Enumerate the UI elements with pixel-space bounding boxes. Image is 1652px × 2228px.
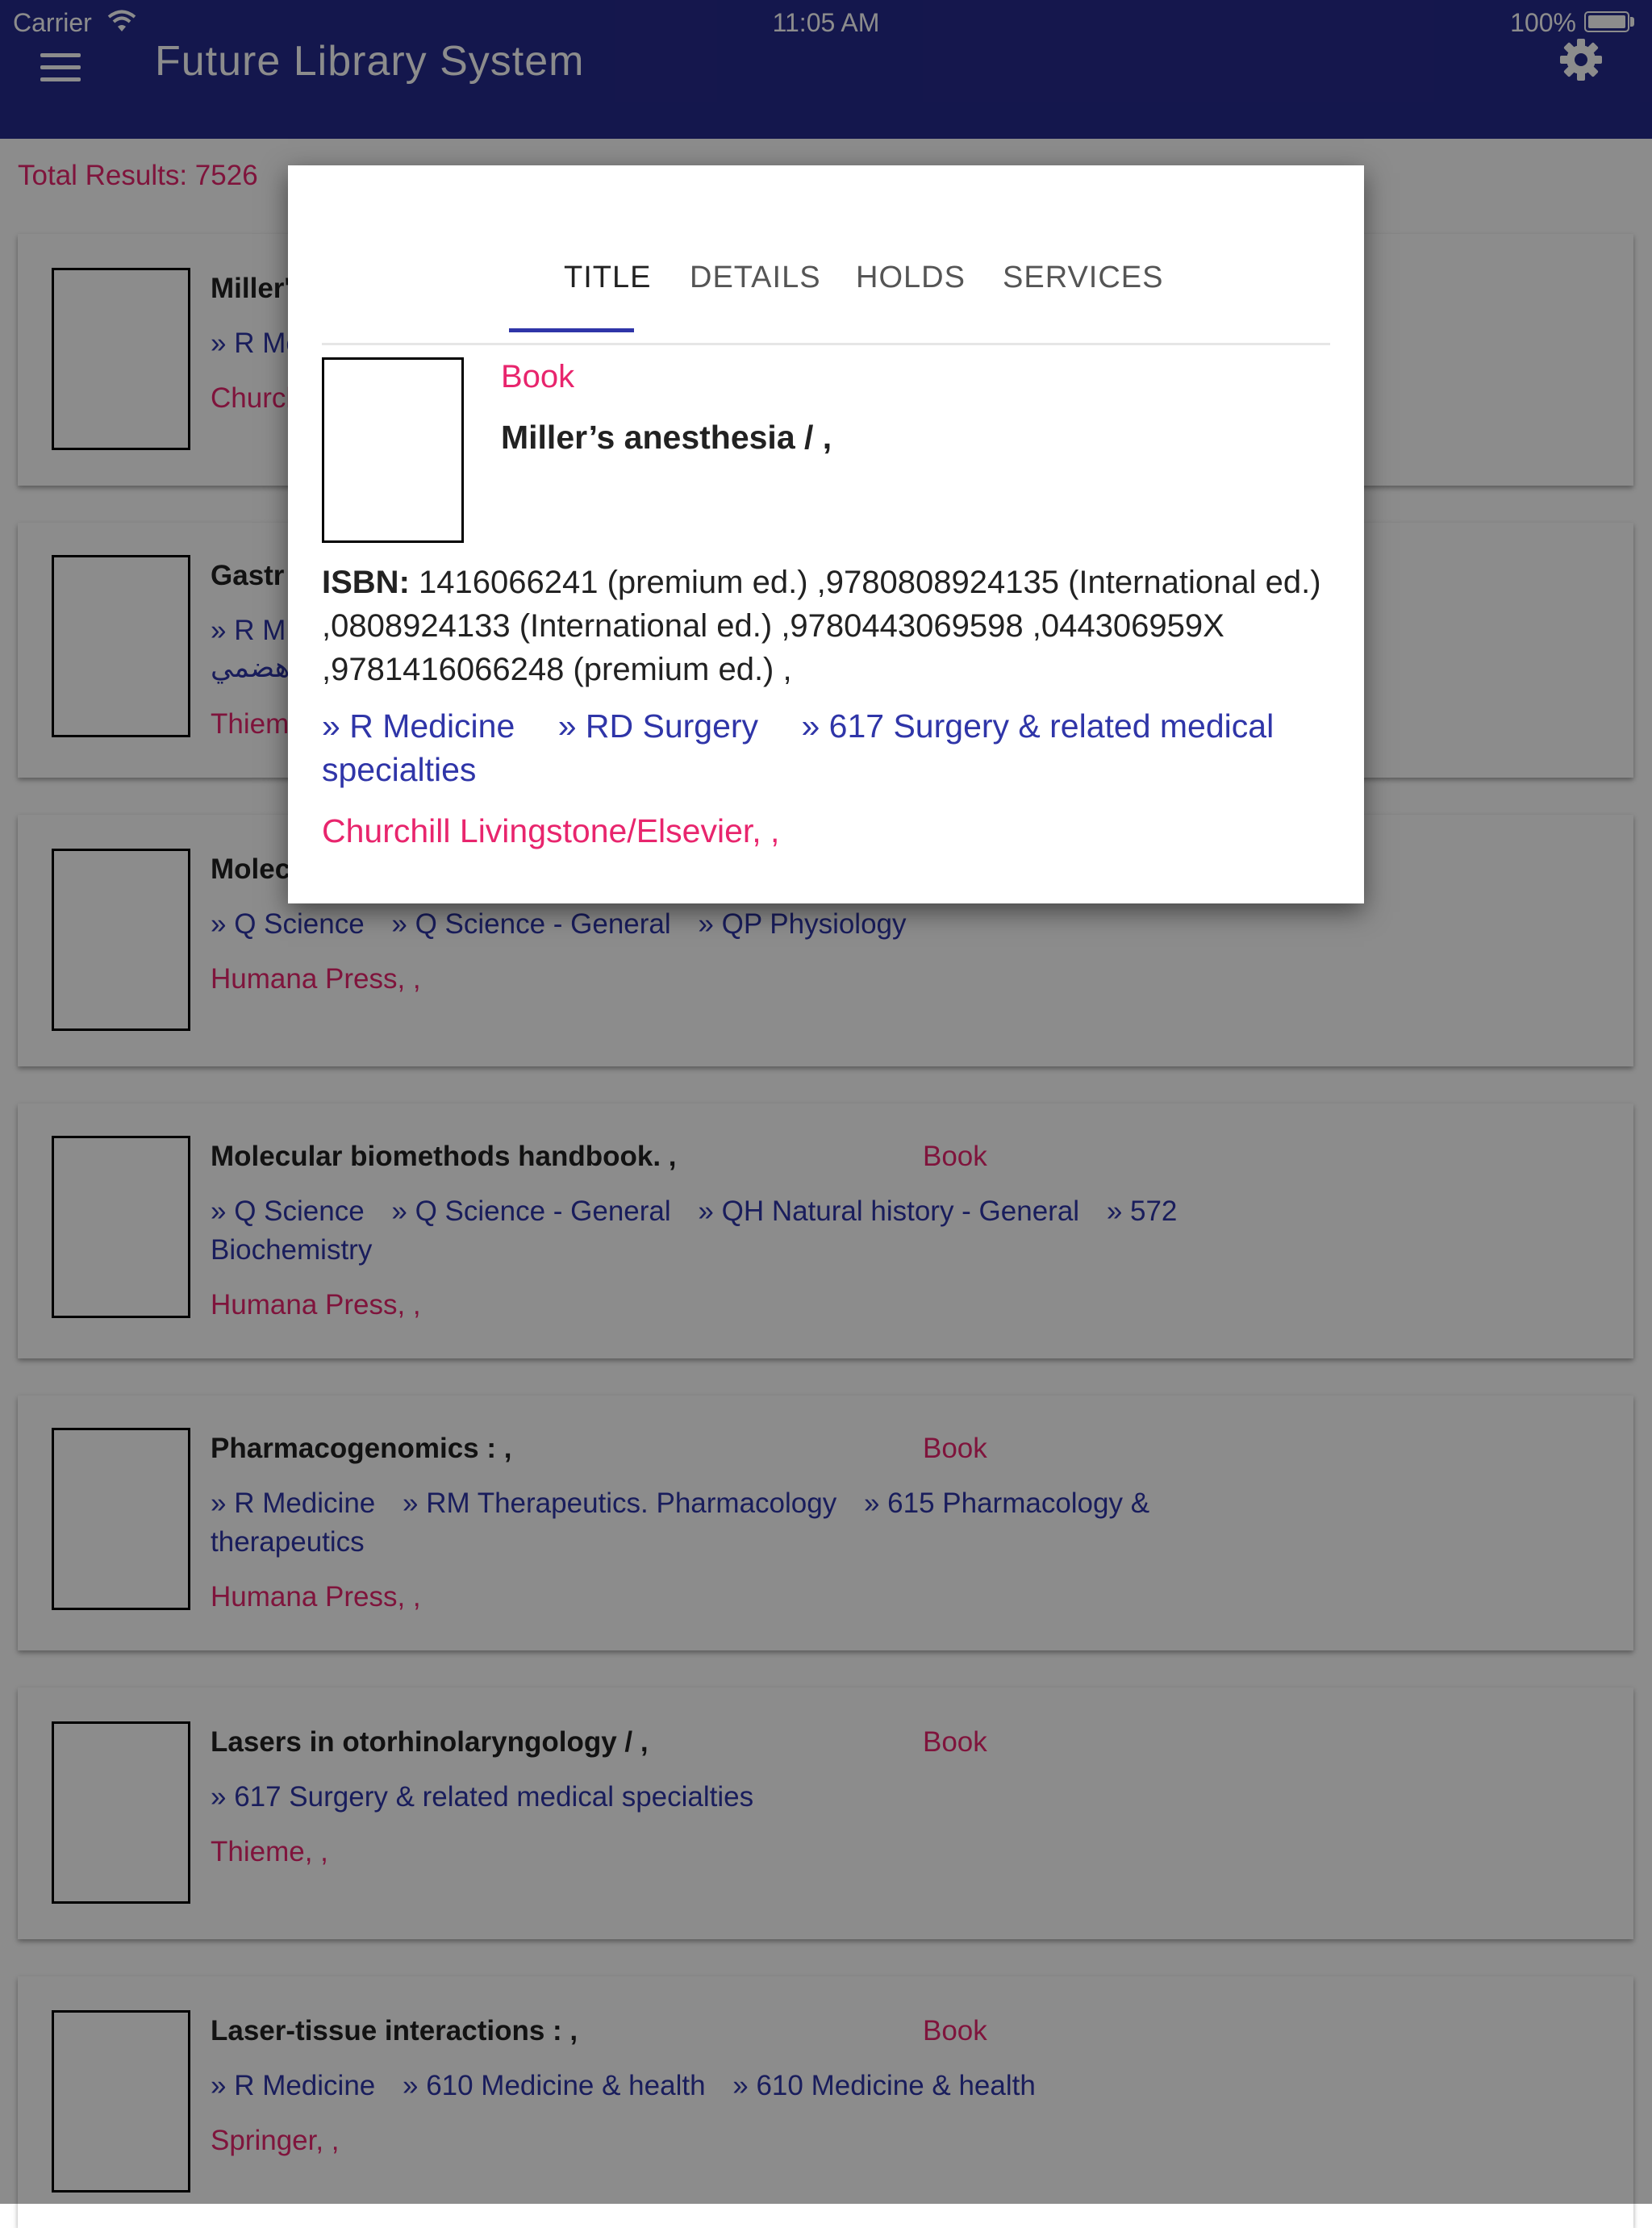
book-cover <box>322 357 464 543</box>
isbn-label: ISBN: <box>322 565 410 600</box>
tab-holds[interactable]: HOLDS <box>856 261 966 295</box>
active-tab-indicator <box>509 328 634 332</box>
isbn-value: 1416066241 (premium ed.) ,9780808924135 … <box>322 565 1321 687</box>
detail-dialog: TITLE DETAILS HOLDS SERVICES Book Miller… <box>288 165 1364 903</box>
item-title: Miller’s anesthesia / , <box>501 419 832 456</box>
subject-link[interactable]: » R Medicine <box>322 707 515 745</box>
tab-details[interactable]: DETAILS <box>690 261 821 295</box>
item-type: Book <box>501 359 575 394</box>
tab-services[interactable]: SERVICES <box>1003 261 1163 295</box>
subject-list: » R Medicine » RD Surgery » 617 Surgery … <box>322 704 1338 791</box>
tab-bar: TITLE DETAILS HOLDS SERVICES <box>322 261 1330 345</box>
tab-title[interactable]: TITLE <box>564 261 651 295</box>
subject-link[interactable]: » RD Surgery <box>558 707 758 745</box>
isbn-block: ISBN: 1416066241 (premium ed.) ,97808089… <box>322 561 1346 691</box>
publisher: Churchill Livingstone/Elsevier, , <box>322 812 780 849</box>
